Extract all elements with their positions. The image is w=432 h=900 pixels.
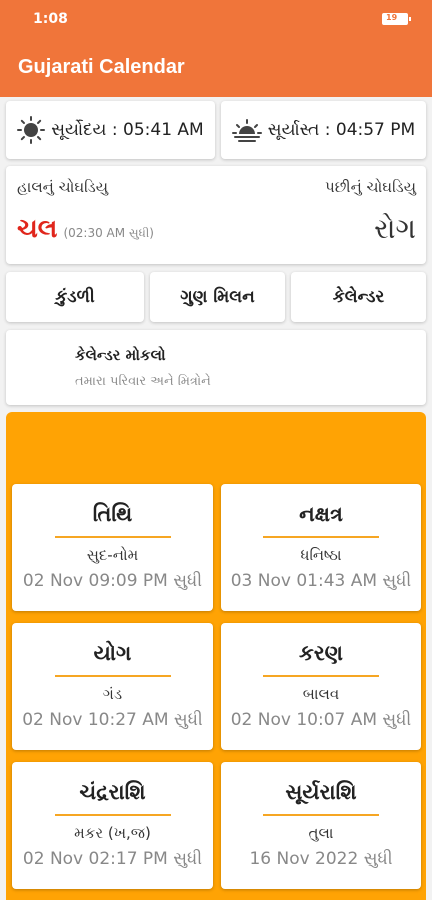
title-divider — [54, 536, 171, 538]
current-choghadiya: ચલ (02:30 AM સુધી) — [17, 214, 154, 245]
panchang-value: ગંડ — [102, 685, 123, 703]
panchang-title: કરણ — [299, 641, 343, 665]
send-calendar-subtitle: તમારા પરિવાર અને મિત્રોને — [75, 374, 211, 389]
panchang-card-tithi[interactable]: તિથિ સુદ-નોમ 02 Nov 09:09 PM સુધી — [12, 484, 213, 611]
panchang-value: ધનિષ્ઠા — [300, 546, 342, 564]
next-choghadiya-value: રોગ — [374, 212, 416, 245]
app-bar: Gujarati Calendar — [0, 40, 432, 97]
sunrise-card: સૂર્યોદય : 05:41 AM — [6, 101, 215, 159]
title-divider — [54, 814, 171, 816]
sunset-icon — [231, 119, 262, 142]
send-calendar-card[interactable]: કેલેન્ડર મોકલો તમારા પરિવાર અને મિત્રોને — [6, 330, 426, 405]
panchang-card-karan[interactable]: કરણ બાલવ 02 Nov 10:07 AM સુધી — [221, 623, 421, 750]
title-divider — [54, 675, 171, 677]
panchang-card-nakshatra[interactable]: નક્ષત્ર ધનિષ્ઠા 03 Nov 01:43 AM સુધી — [221, 484, 421, 611]
next-choghadiya-label: પછીનું ચોઘડિયુ — [324, 178, 416, 196]
panchang-value: તુલા — [308, 824, 334, 842]
panchang-card-suryarashi[interactable]: સૂર્યરાશિ તુલા 16 Nov 2022 સુધી — [221, 762, 421, 889]
panchang-time: 02 Nov 09:09 PM સુધી — [22, 571, 203, 591]
title-divider — [263, 536, 379, 538]
gun-milan-label: ગુણ મિલન — [180, 287, 255, 307]
panchang-value: સુદ-નોમ — [86, 546, 139, 564]
sunset-time: સૂર્યાસ્ત : 04:57 PM — [267, 120, 416, 140]
title-divider — [263, 675, 379, 677]
panchang-title: ચંદ્રરાશિ — [79, 780, 146, 804]
gun-milan-button[interactable]: ગુણ મિલન — [150, 272, 285, 322]
status-time: 1:08 — [33, 11, 68, 27]
panchang-card-chandrarashi[interactable]: ચંદ્રરાશિ મકર (ખ,જ) 02 Nov 02:17 PM સુધી — [12, 762, 213, 889]
panchang-title: સૂર્યરાશિ — [285, 780, 357, 804]
panchang-time: 02 Nov 02:17 PM સુધી — [22, 849, 203, 869]
kundli-button[interactable]: કુંડળી — [6, 272, 144, 322]
panchang-time: 16 Nov 2022 સુધી — [249, 849, 393, 869]
send-calendar-title: કેલેન્ડર મોકલો — [75, 346, 166, 364]
choghadiya-card[interactable]: હાલનું ચોઘડિયુ પછીનું ચોઘડિયુ ચલ (02:30 … — [6, 166, 426, 264]
sunset-card: સૂર્યાસ્ત : 04:57 PM — [221, 101, 426, 159]
panchang-time: 03 Nov 01:43 AM સુધી — [230, 571, 412, 591]
kundli-label: કુંડળી — [55, 287, 95, 307]
battery-icon: 19 — [382, 13, 411, 25]
current-choghadiya-label: હાલનું ચોઘડિયુ — [17, 178, 109, 196]
panchang-time: 02 Nov 10:27 AM સુધી — [22, 710, 203, 730]
current-choghadiya-until: (02:30 AM સુધી) — [63, 226, 154, 240]
title-divider — [263, 814, 379, 816]
calendar-label: કેલેન્ડર — [332, 287, 385, 307]
panchang-card-yog[interactable]: યોગ ગંડ 02 Nov 10:27 AM સુધી — [12, 623, 213, 750]
status-bar: 1:08 19 — [0, 0, 432, 40]
panchang-title: તિથિ — [92, 502, 133, 526]
panchang-title: યોગ — [93, 641, 132, 665]
panchang-title: નક્ષત્ર — [299, 502, 343, 526]
app-title: Gujarati Calendar — [18, 56, 185, 78]
calendar-button[interactable]: કેલેન્ડર — [291, 272, 426, 322]
current-choghadiya-value: ચલ — [17, 214, 58, 244]
sunrise-time: સૂર્યોદય : 05:41 AM — [51, 120, 204, 140]
panchang-value: બાલવ — [302, 685, 340, 703]
panchang-value: મકર (ખ,જ) — [74, 824, 151, 842]
panchang-time: 02 Nov 10:07 AM સુધી — [230, 710, 412, 730]
battery-level: 19 — [386, 13, 398, 22]
sunrise-icon — [17, 116, 46, 144]
send-calendar-icon — [28, 350, 64, 386]
